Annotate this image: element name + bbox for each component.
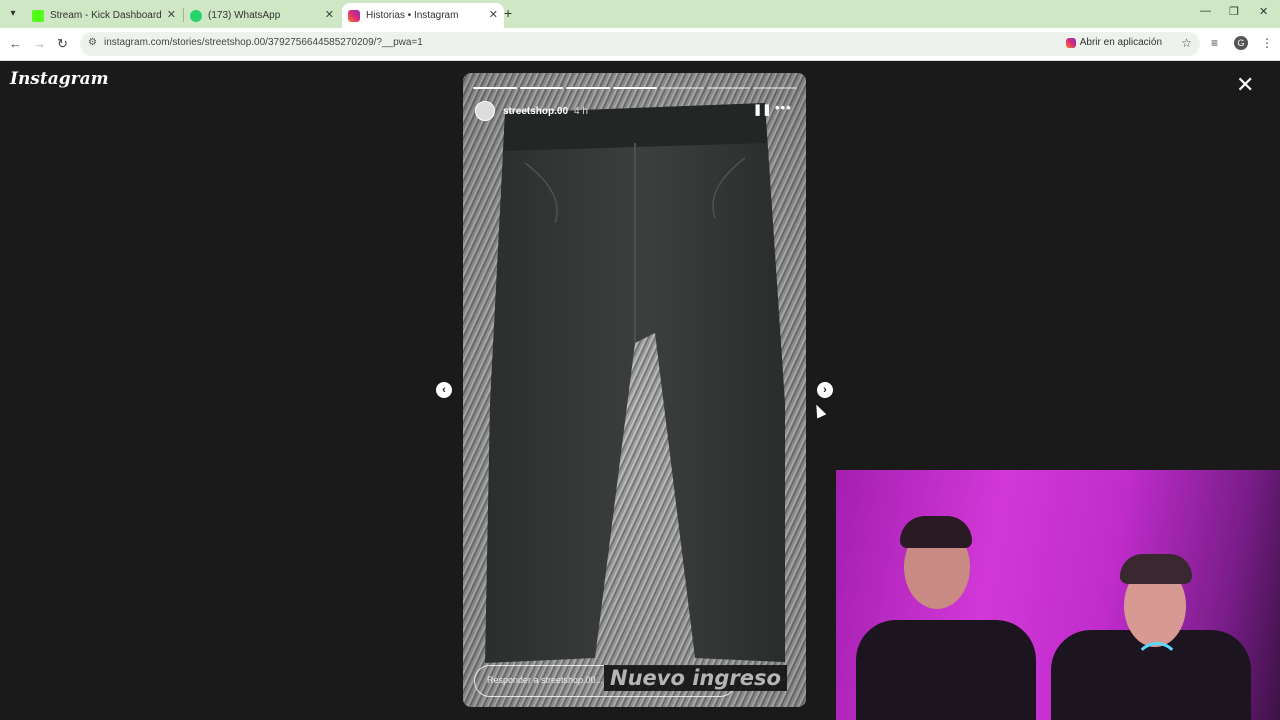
story-progress-segment xyxy=(753,87,798,89)
streamer-right-hair xyxy=(1120,554,1192,584)
story-image-jeans xyxy=(485,103,785,663)
tab-title: Stream - Kick Dashboard xyxy=(50,10,162,21)
kick-icon xyxy=(32,9,44,22)
site-info-icon[interactable]: ⚙ xyxy=(88,37,97,48)
pause-icon[interactable]: ❚❚ xyxy=(753,103,771,116)
story-username[interactable]: streetshop.00 xyxy=(503,106,568,117)
mouse-cursor xyxy=(811,402,827,419)
media-controls-icon[interactable]: ≡ xyxy=(1211,36,1218,50)
menu-icon[interactable]: ⋮ xyxy=(1261,36,1273,50)
url-text[interactable]: instagram.com/stories/streetshop.00/3792… xyxy=(104,37,423,48)
tab-search-button[interactable]: ▾ xyxy=(4,6,22,22)
tab-strip: ▾ Stream - Kick Dashboard ✕ (173) WhatsA… xyxy=(0,0,1280,28)
profile-avatar[interactable]: G xyxy=(1234,36,1248,50)
close-stories-icon[interactable]: ✕ xyxy=(1236,74,1254,96)
forward-icon[interactable]: → xyxy=(33,36,46,51)
tab-instagram-stories[interactable]: Historias • Instagram ✕ xyxy=(342,3,504,28)
close-tab-icon[interactable]: ✕ xyxy=(489,8,498,21)
story-progress-segment xyxy=(613,87,657,89)
open-in-app-button[interactable]: Abrir en aplicación xyxy=(1065,37,1162,48)
reload-icon[interactable]: ↻ xyxy=(57,36,68,52)
instagram-logo[interactable]: Instagram xyxy=(10,69,109,89)
story-header: streetshop.00 4 h xyxy=(475,99,588,123)
instagram-icon xyxy=(1065,37,1076,48)
close-window-icon[interactable]: ✕ xyxy=(1259,5,1268,18)
story-viewer[interactable]: streetshop.00 4 h ❚❚ ••• Responder a str… xyxy=(463,73,806,707)
tab-title: Historias • Instagram xyxy=(366,10,459,21)
story-time: 4 h xyxy=(574,105,588,117)
back-icon[interactable]: ← xyxy=(9,36,22,51)
story-progress-bar xyxy=(473,87,798,89)
instagram-icon xyxy=(348,9,360,22)
tab-kick-dashboard[interactable]: Stream - Kick Dashboard ✕ xyxy=(28,3,182,28)
story-progress-segment xyxy=(566,87,611,89)
previous-story-arrow[interactable]: ‹ xyxy=(436,382,452,398)
streamer-left-body xyxy=(856,620,1036,720)
restore-icon[interactable]: ❐ xyxy=(1229,5,1239,18)
story-progress-segment xyxy=(519,87,564,89)
reply-placeholder: Responder a streetshop.00... xyxy=(487,675,604,685)
open-in-app-label: Abrir en aplicación xyxy=(1079,37,1162,48)
avatar[interactable] xyxy=(475,101,495,121)
story-progress-segment xyxy=(706,87,751,89)
headset-icon xyxy=(1134,642,1180,688)
webcam-overlay xyxy=(836,470,1280,720)
tab-whatsapp[interactable]: (173) WhatsApp ✕ xyxy=(186,3,340,28)
close-tab-icon[interactable]: ✕ xyxy=(325,8,334,21)
more-options-icon[interactable]: ••• xyxy=(775,100,792,115)
new-tab-button[interactable]: + xyxy=(504,5,512,21)
browser-toolbar: ← → ↻ ⚙ instagram.com/stories/streetshop… xyxy=(0,28,1280,61)
bookmark-star-icon[interactable]: ☆ xyxy=(1181,36,1192,50)
close-tab-icon[interactable]: ✕ xyxy=(167,8,176,21)
story-progress-segment xyxy=(473,87,517,89)
streamer-left-hair xyxy=(900,516,972,548)
whatsapp-icon xyxy=(190,9,202,22)
stream-overlay-text: Nuevo ingreso xyxy=(604,665,787,691)
address-bar[interactable]: ⚙ instagram.com/stories/streetshop.00/37… xyxy=(80,32,1200,56)
next-story-arrow[interactable]: › xyxy=(817,382,833,398)
tab-divider xyxy=(183,8,184,22)
story-progress-segment xyxy=(659,87,704,89)
tab-title: (173) WhatsApp xyxy=(208,10,281,21)
minimize-icon[interactable]: — xyxy=(1200,5,1211,17)
